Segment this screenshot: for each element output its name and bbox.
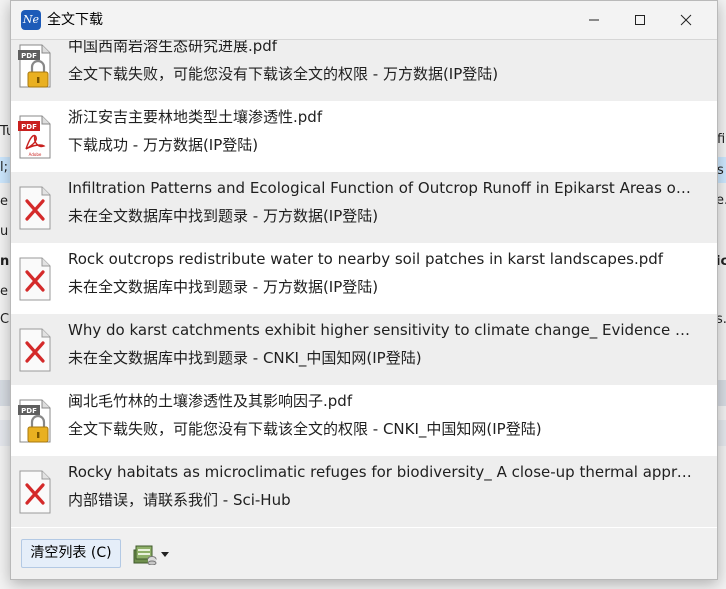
minimize-button[interactable] bbox=[571, 1, 617, 39]
download-status: 未在全文数据库中找到题录 - 万方数据(IP登陆) bbox=[68, 278, 379, 296]
failed-file-icon bbox=[19, 186, 51, 230]
failed-file-icon bbox=[19, 470, 51, 514]
download-item[interactable]: Why do karst catchments exhibit higher s… bbox=[11, 314, 717, 385]
background-text: s bbox=[717, 163, 724, 178]
download-status: 未在全文数据库中找到题录 - CNKI_中国知网(IP登陆) bbox=[68, 349, 422, 367]
pdf-lock-icon: PDF bbox=[18, 399, 51, 443]
close-button[interactable] bbox=[663, 1, 709, 39]
download-item[interactable]: PDF 中国西南岩溶生态研究进展.pdf 全文下载失败，可能您没有下载该全文的权… bbox=[11, 39, 717, 101]
file-name: 浙江安吉主要林地类型土壤渗透性.pdf bbox=[68, 108, 323, 126]
title-bar[interactable]: Ne 全文下载 bbox=[11, 1, 717, 39]
file-name: Infiltration Patterns and Ecological Fun… bbox=[68, 179, 695, 197]
svg-text:Adobe: Adobe bbox=[29, 152, 42, 157]
caret-down-icon bbox=[161, 552, 169, 557]
failed-file-icon bbox=[19, 257, 51, 301]
file-name: 闽北毛竹林的土壤渗透性及其影响因子.pdf bbox=[68, 392, 353, 410]
file-name: Rock outcrops redistribute water to near… bbox=[68, 250, 664, 268]
app-icon: Ne bbox=[21, 10, 41, 30]
background-text: l; bbox=[0, 160, 8, 175]
database-icon bbox=[133, 545, 157, 565]
tools-menu-button[interactable] bbox=[133, 543, 175, 567]
file-name: Rocky habitats as microclimatic refuges … bbox=[68, 463, 695, 481]
background-text: e bbox=[0, 194, 8, 209]
download-item[interactable]: Rocky habitats as microclimatic refuges … bbox=[11, 456, 717, 527]
background-text: fi bbox=[717, 132, 726, 147]
maximize-icon bbox=[635, 15, 645, 25]
svg-text:PDF: PDF bbox=[21, 123, 37, 131]
minimize-icon bbox=[589, 19, 599, 21]
svg-text:PDF: PDF bbox=[21, 407, 37, 415]
pdf-lock-icon: PDF bbox=[18, 44, 51, 88]
download-item[interactable]: PDF Adobe 浙江安吉主要林地类型土壤渗透性.pdf 下载成功 - 万方数… bbox=[11, 101, 717, 172]
download-item[interactable]: Infiltration Patterns and Ecological Fun… bbox=[11, 172, 717, 243]
background-text: C bbox=[0, 312, 10, 327]
background-text: u bbox=[0, 224, 9, 239]
download-status: 内部错误，请联系我们 - Sci-Hub bbox=[68, 491, 291, 509]
download-status: 未在全文数据库中找到题录 - 万方数据(IP登陆) bbox=[68, 207, 379, 225]
footer-bar: 清空列表 (C) bbox=[11, 528, 717, 579]
svg-text:PDF: PDF bbox=[21, 52, 37, 60]
download-item[interactable]: PDF 闽北毛竹林的土壤渗透性及其影响因子.pdf 全文下载失败，可能您没有下载… bbox=[11, 385, 717, 456]
failed-file-icon bbox=[19, 328, 51, 372]
download-dialog: Ne 全文下载 PDF 中国西南岩溶生态研究进展.pdf 全文下载失败，可能您没… bbox=[10, 0, 718, 580]
close-icon bbox=[680, 14, 692, 26]
pdf-adobe-icon: PDF Adobe bbox=[18, 115, 51, 159]
file-name: Why do karst catchments exhibit higher s… bbox=[68, 321, 695, 339]
window-title: 全文下载 bbox=[47, 12, 103, 28]
download-item[interactable]: Rock outcrops redistribute water to near… bbox=[11, 243, 717, 314]
clear-list-button[interactable]: 清空列表 (C) bbox=[21, 539, 121, 568]
download-status: 全文下载失败，可能您没有下载该全文的权限 - 万方数据(IP登陆) bbox=[68, 65, 499, 83]
download-status: 全文下载失败，可能您没有下载该全文的权限 - CNKI_中国知网(IP登陆) bbox=[68, 420, 542, 438]
download-status: 下载成功 - 万方数据(IP登陆) bbox=[68, 136, 259, 154]
background-text: e bbox=[0, 284, 8, 299]
download-list[interactable]: PDF 中国西南岩溶生态研究进展.pdf 全文下载失败，可能您没有下载该全文的权… bbox=[11, 39, 717, 530]
background-text: n bbox=[0, 254, 10, 269]
file-name: 中国西南岩溶生态研究进展.pdf bbox=[68, 39, 278, 55]
maximize-button[interactable] bbox=[617, 1, 663, 39]
